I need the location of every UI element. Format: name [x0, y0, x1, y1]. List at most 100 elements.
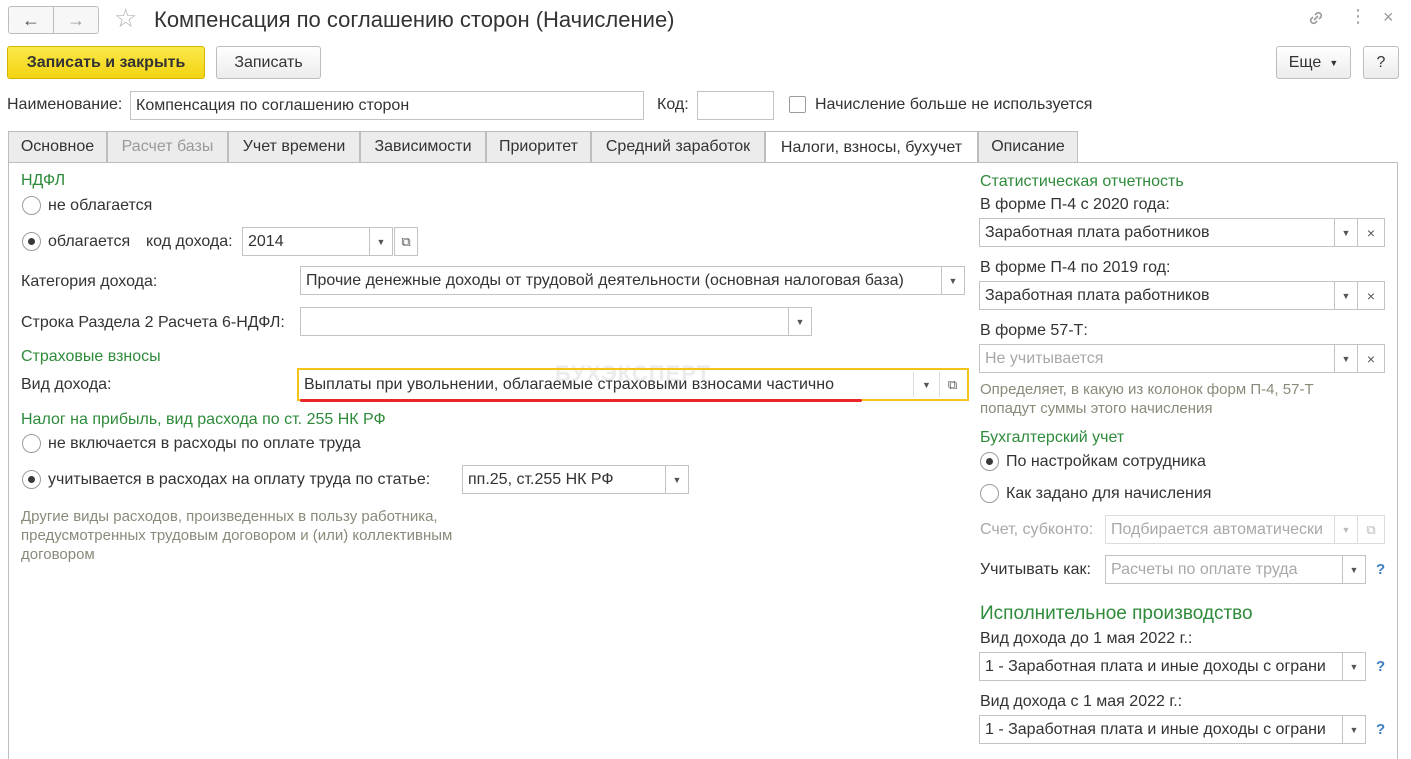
p4-2020-dropdown[interactable]: ▼ — [1334, 218, 1358, 247]
profit-note-line: предусмотренных трудовым договором и (ил… — [21, 527, 453, 544]
tab-main[interactable]: Основное — [8, 131, 107, 162]
profit-not-included-label: не включается в расходы по оплате труда — [48, 435, 361, 452]
f57-dropdown[interactable]: ▼ — [1334, 344, 1358, 373]
ndfl-taxed-radio[interactable] — [22, 232, 41, 251]
save-and-close-button[interactable]: Записать и закрыть — [7, 46, 205, 79]
more-vertical-icon[interactable]: ⋮ — [1349, 6, 1367, 27]
ndfl-not-taxed-label: не облагается — [48, 197, 153, 214]
insurance-title: Страховые взносы — [21, 348, 161, 365]
enforcement-after-help-icon[interactable]: ? — [1376, 721, 1385, 738]
tab-description[interactable]: Описание — [978, 131, 1078, 162]
enforcement-after-dropdown[interactable]: ▼ — [1342, 715, 1366, 744]
more-button[interactable]: Еще ▼ — [1276, 46, 1351, 79]
name-label: Наименование: — [7, 96, 123, 113]
account-field[interactable]: Подбирается автоматически — [1105, 515, 1335, 544]
consider-as-field[interactable]: Расчеты по оплате труда — [1105, 555, 1343, 584]
income-category-field[interactable]: Прочие денежные доходы от трудовой деяте… — [300, 266, 942, 295]
p4-2019-field[interactable]: Заработная плата работников — [979, 281, 1335, 310]
chevron-down-icon: ▼ — [1341, 524, 1351, 535]
insurance-income-type-field[interactable]: Выплаты при увольнении, облагаемые страх… — [297, 368, 969, 401]
enforcement-before-dropdown[interactable]: ▼ — [1342, 652, 1366, 681]
chevron-down-icon: ▼ — [948, 275, 958, 286]
chevron-down-icon: ▼ — [1349, 724, 1359, 735]
p4-2019-dropdown[interactable]: ▼ — [1334, 281, 1358, 310]
p4-2020-clear-button[interactable]: × — [1357, 218, 1385, 247]
f57-field[interactable]: Не учитывается — [979, 344, 1335, 373]
close-icon[interactable]: × — [1383, 7, 1394, 28]
income-code-field[interactable]: 2014 — [242, 227, 370, 256]
consider-as-dropdown[interactable]: ▼ — [1342, 555, 1366, 584]
f57-label: В форме 57-Т: — [980, 322, 1088, 339]
p4-2019-clear-button[interactable]: × — [1357, 281, 1385, 310]
statistics-title: Статистическая отчетность — [980, 173, 1184, 190]
profit-note-line: договором — [21, 546, 95, 563]
chevron-down-icon: ▼ — [672, 474, 682, 485]
insurance-income-type-label: Вид дохода: — [21, 376, 112, 393]
p4-2020-field[interactable]: Заработная плата работников — [979, 218, 1335, 247]
profit-included-label: учитывается в расходах на оплату труда п… — [48, 471, 431, 488]
chevron-down-icon: ▼ — [1341, 353, 1351, 364]
income-category-label: Категория дохода: — [21, 273, 158, 290]
income-code-label: код дохода: — [146, 233, 233, 250]
close-icon: × — [1366, 350, 1376, 367]
section2-dropdown[interactable]: ▼ — [788, 307, 812, 336]
code-label: Код: — [657, 96, 689, 113]
more-label: Еще — [1288, 53, 1322, 71]
window-title: Компенсация по соглашению сторон (Начисл… — [154, 7, 675, 32]
tab-taxes[interactable]: Налоги, взносы, бухучет — [765, 131, 978, 163]
statistics-note-line: попадут суммы этого начисления — [980, 400, 1213, 417]
by-employee-radio[interactable] — [980, 452, 999, 471]
chevron-down-icon: ▼ — [1349, 564, 1359, 575]
income-code-open-button[interactable]: ⧉ — [394, 227, 418, 256]
tab-time-accounting[interactable]: Учет времени — [228, 131, 360, 162]
enforcement-after-label: Вид дохода с 1 мая 2022 г.: — [980, 693, 1183, 710]
back-button[interactable]: ← — [8, 6, 54, 34]
insurance-income-type-dropdown[interactable]: ▼ — [913, 372, 939, 397]
profit-tax-title: Налог на прибыль, вид расхода по ст. 255… — [21, 411, 386, 428]
enforcement-before-field[interactable]: 1 - Заработная плата и иные доходы с огр… — [979, 652, 1343, 681]
star-icon[interactable]: ☆ — [114, 5, 137, 31]
accounting-title: Бухгалтерский учет — [980, 429, 1125, 446]
p4-2020-label: В форме П-4 с 2020 года: — [980, 196, 1170, 213]
section2-field[interactable] — [300, 307, 789, 336]
article-dropdown[interactable]: ▼ — [665, 465, 689, 494]
open-window-icon: ⧉ — [1366, 521, 1376, 537]
profit-note-line: Другие виды расходов, произведенных в по… — [21, 508, 438, 525]
link-icon[interactable] — [1306, 8, 1326, 33]
consider-as-help-icon[interactable]: ? — [1376, 561, 1385, 578]
name-field[interactable]: Компенсация по соглашению сторон — [130, 91, 644, 120]
save-button[interactable]: Записать — [216, 46, 321, 79]
income-category-dropdown[interactable]: ▼ — [941, 266, 965, 295]
consider-as-label: Учитывать как: — [980, 561, 1091, 578]
as-set-radio[interactable] — [980, 484, 999, 503]
tab-priority[interactable]: Приоритет — [486, 131, 591, 162]
tab-average-earnings[interactable]: Средний заработок — [591, 131, 765, 162]
insurance-income-type-open-button[interactable]: ⧉ — [939, 372, 965, 397]
enforcement-after-field[interactable]: 1 - Заработная плата и иные доходы с огр… — [979, 715, 1343, 744]
unused-checkbox[interactable] — [789, 96, 806, 113]
code-field[interactable] — [697, 91, 774, 120]
tab-base-calculation[interactable]: Расчет базы — [107, 131, 228, 162]
account-label: Счет, субконто: — [980, 521, 1094, 538]
enforcement-before-help-icon[interactable]: ? — [1376, 658, 1385, 675]
enforcement-title: Исполнительное производство — [980, 603, 1253, 624]
f57-clear-button[interactable]: × — [1357, 344, 1385, 373]
chevron-down-icon: ▼ — [376, 236, 386, 247]
forward-button[interactable]: → — [53, 6, 99, 34]
article-field[interactable]: пп.25, ст.255 НК РФ — [462, 465, 666, 494]
ndfl-not-taxed-radio[interactable] — [22, 196, 41, 215]
chevron-down-icon: ▼ — [1329, 57, 1339, 68]
profit-included-radio[interactable] — [22, 470, 41, 489]
help-button[interactable]: ? — [1363, 46, 1399, 79]
close-icon: × — [1366, 287, 1376, 304]
ndfl-taxed-label: облагается — [48, 233, 131, 250]
account-open-button[interactable]: ⧉ — [1357, 515, 1385, 544]
tab-dependencies[interactable]: Зависимости — [360, 131, 486, 162]
income-code-dropdown[interactable]: ▼ — [369, 227, 393, 256]
unused-label: Начисление больше не используется — [815, 96, 1093, 113]
chevron-down-icon: ▼ — [795, 316, 805, 327]
account-dropdown[interactable]: ▼ — [1334, 515, 1358, 544]
profit-not-included-radio[interactable] — [22, 434, 41, 453]
open-window-icon: ⧉ — [947, 376, 958, 392]
chevron-down-icon: ▼ — [1341, 227, 1351, 238]
